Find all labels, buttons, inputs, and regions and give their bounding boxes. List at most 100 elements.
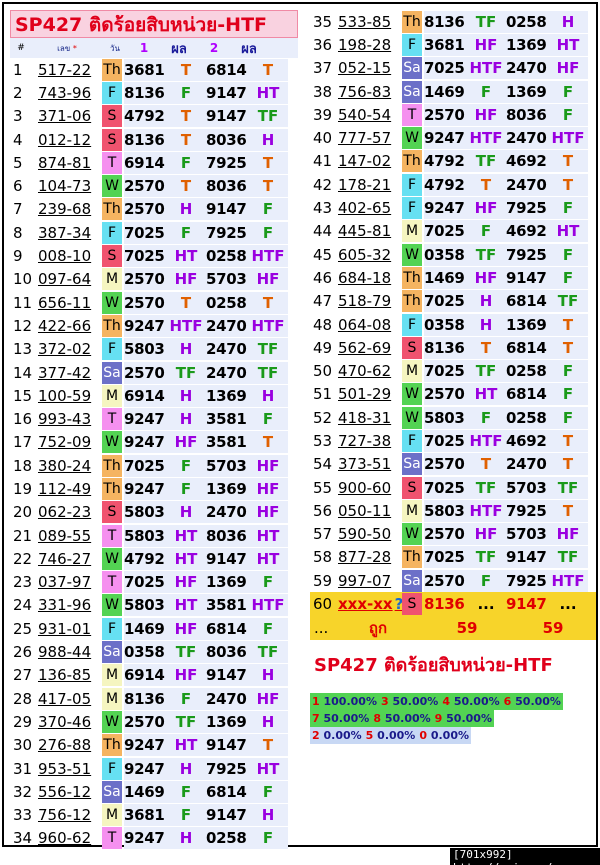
table-row: 44 445-81 M 7025 F 4692 HT [310,220,596,243]
row-r2: H [261,666,275,685]
row-number: 988-44 [38,643,92,662]
row-no: 32 [13,782,33,801]
table-row: 1 517-22 Th 3681 T 6814 T [10,58,298,81]
row-n1: 2570 [124,712,165,731]
row-r2: F [262,829,274,848]
row-n1: 9247 [424,199,465,218]
prediction-number: xxx-xx? [332,595,403,613]
row-r1: T [180,177,192,196]
row-number: 445-81 [338,222,392,241]
page-title: SP427 ติดร้อยสิบหน่วย-HTF [10,10,298,38]
row-number: 012-12 [38,130,92,149]
row-n1: 7025 [424,478,465,497]
row-results: 7025 HTF 4692 T [424,429,588,452]
row-number: 501-29 [338,385,392,404]
table-row: 13 372-02 F 5803 H 2470 TF [10,338,298,361]
row-number: 752-09 [38,433,92,452]
row-r1: F [480,222,492,241]
row-number: 064-08 [338,315,392,334]
row-r1: HTF [169,316,203,335]
row-n1: 9247 [124,410,165,429]
table-row: 54 373-51 Sa 2570 T 2470 T [310,453,596,476]
row-no: 14 [13,363,33,382]
stat-item: 2 0.00% [310,727,364,745]
stat-item: 5 0.00% [363,727,418,745]
row-n1: 7025 [124,573,165,592]
summary-count1: 59 [456,619,478,638]
row-results: 7025 F 5703 HF [124,454,288,477]
row-no: 47 [313,292,333,311]
row-day: W [102,710,122,733]
row-r2: F [562,268,574,287]
table-row: 2 743-96 F 8136 F 9147 HT [10,81,298,104]
row-n2: 7925 [206,223,247,242]
row-number: 037-97 [38,573,92,592]
table-row: 14 377-42 Sa 2570 TF 2470 TF [10,361,298,384]
row-number: 331-96 [38,596,92,615]
row-n2: 2470 [206,363,247,382]
row-results: 1469 F 1369 F [424,80,588,103]
row-day: Sa [402,80,422,103]
prediction-dots2: ... [559,595,577,614]
footer-watermark: [701x992] http://upic.me/ [450,848,600,865]
row-day: T [102,524,122,547]
row-no: 2 [13,83,23,102]
row-number: 136-85 [38,666,92,685]
row-day: Sa [402,569,422,592]
table-row: 57 590-50 W 2570 HF 5703 HF [310,523,596,546]
table-row: 18 380-24 Th 7025 F 5703 HF [10,454,298,477]
row-no: 10 [13,270,33,289]
row-day: T [102,408,122,431]
row-number: 743-96 [38,83,92,102]
stat-value: 50.00% [453,695,500,709]
row-r2: TF [557,478,579,497]
row-n2: 3581 [206,410,247,429]
row-no: 52 [313,408,333,427]
row-n2: 2470 [206,340,247,359]
table-row: 42 178-21 F 4792 T 2470 T [310,173,596,196]
row-n1: 9247 [124,759,165,778]
row-n2: 1369 [206,573,247,592]
row-n1: 2570 [124,270,165,289]
row-no: 38 [313,82,333,101]
table-row: 58 877-28 Th 7025 TF 9147 TF [310,546,596,569]
row-results: 2570 HT 6814 F [424,383,588,406]
row-r2: HF [256,479,280,498]
row-number: 372-02 [38,340,92,359]
row-r1: H [179,340,193,359]
summary-count2: 59 [542,619,564,638]
row-no: 40 [313,129,333,148]
table-row: 41 147-02 Th 4792 TF 4692 T [310,150,596,173]
table-row: 34 960-62 T 9247 H 0258 F [10,827,298,850]
table-row: 11 656-11 W 2570 T 0258 T [10,291,298,314]
row-no: 42 [313,175,333,194]
row-n1: 7025 [424,59,465,78]
row-results: 7025 TF 9147 TF [424,546,588,569]
row-r2: F [262,200,274,219]
row-n1: 9247 [424,129,465,148]
row-n1: 4792 [124,549,165,568]
row-r1: TF [475,548,497,567]
row-results: 2570 T 8036 T [124,175,288,198]
row-r2: H [261,386,275,405]
row-r2: HT [256,549,280,568]
row-number: 756-83 [338,82,392,101]
row-r2: F [262,619,274,638]
row-results: 7025 TF 0258 F [424,360,588,383]
stat-key: 9 [434,712,443,726]
row-n1: 1469 [124,619,165,638]
header-n2: 2 [209,41,219,55]
row-n2: 1369 [206,386,247,405]
row-n2: 0258 [206,247,247,266]
table-row: 21 089-55 T 5803 HT 8036 HT [10,524,298,547]
row-r2: HT [556,35,580,54]
row-r1: HT [174,596,198,615]
row-n1: 0358 [424,245,465,264]
row-r1: HF [474,199,498,218]
stat-key: 0 [419,729,427,743]
row-no: 16 [13,410,33,429]
table-row: 5 874-81 T 6914 F 7925 T [10,151,298,174]
row-r1: F [180,153,192,172]
row-r2: HT [256,759,280,778]
row-no: 39 [313,105,333,124]
